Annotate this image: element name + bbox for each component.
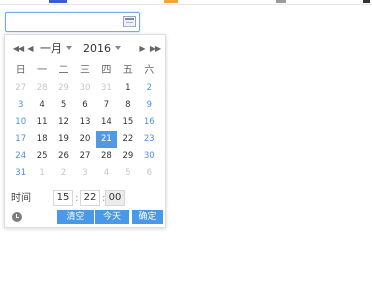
weekday-label: 四 <box>101 65 112 76</box>
day-cell[interactable]: 4 <box>31 97 52 114</box>
year-label: 2016 <box>83 42 111 55</box>
month-label: 一月 <box>40 42 62 55</box>
day-cell[interactable]: 30 <box>139 148 160 165</box>
calendar-navigation: ◀◀ ◀ 一月 2016 ▶ ▶▶ <box>5 39 165 59</box>
day-cell[interactable]: 29 <box>53 80 74 97</box>
weekday-label: 六 <box>144 65 155 76</box>
day-cell[interactable]: 24 <box>10 148 31 165</box>
day-cell[interactable]: 27 <box>74 148 95 165</box>
day-cell[interactable]: 26 <box>53 148 74 165</box>
browser-tab-marker-blue <box>49 0 67 3</box>
calendar-icon[interactable] <box>123 16 136 27</box>
day-cell[interactable]: 16 <box>139 114 160 131</box>
day-cell[interactable]: 30 <box>74 80 95 97</box>
day-cell[interactable]: 4 <box>96 165 117 182</box>
year-select[interactable]: 2016 <box>83 42 121 56</box>
day-cell[interactable]: 3 <box>74 165 95 182</box>
time-separator: : <box>75 193 79 204</box>
date-input-field[interactable] <box>5 12 140 32</box>
month-select[interactable]: 一月 <box>40 42 72 56</box>
weekday-label: 一 <box>37 65 48 76</box>
next-year-button[interactable]: ▶▶ <box>148 43 162 55</box>
clear-button[interactable]: 清空 <box>57 210 94 224</box>
minute-field[interactable]: 22 <box>80 190 100 206</box>
previous-month-button[interactable]: ◀ <box>25 43 35 55</box>
day-cell[interactable]: 15 <box>117 114 138 131</box>
weekday-label: 二 <box>58 65 69 76</box>
day-cell[interactable]: 22 <box>117 131 138 148</box>
day-cell[interactable]: 9 <box>139 97 160 114</box>
browser-tab-marker-orange <box>164 0 178 3</box>
day-cell[interactable]: 1 <box>31 165 52 182</box>
today-button[interactable]: 今天 <box>95 210 129 224</box>
day-cell[interactable]: 20 <box>74 131 95 148</box>
day-cell[interactable]: 29 <box>117 148 138 165</box>
day-cell[interactable]: 8 <box>117 97 138 114</box>
chevron-down-icon <box>66 46 72 50</box>
next-month-button[interactable]: ▶ <box>137 43 147 55</box>
time-label: 时间 <box>11 193 31 204</box>
day-cell[interactable]: 3 <box>10 97 31 114</box>
clock-icon[interactable] <box>12 212 22 222</box>
day-cell[interactable]: 7 <box>96 97 117 114</box>
day-cell[interactable]: 31 <box>96 80 117 97</box>
day-cell[interactable]: 23 <box>139 131 160 148</box>
day-cell[interactable]: 1 <box>117 80 138 97</box>
day-cell[interactable]: 17 <box>10 131 31 148</box>
day-cell[interactable]: 6 <box>74 97 95 114</box>
calendar-footer: 清空 今天 确定 <box>10 210 163 224</box>
weekday-header: 日一二三四五六 <box>10 63 160 79</box>
day-cell[interactable]: 18 <box>31 131 52 148</box>
browser-tab-marker-gray <box>276 0 286 3</box>
browser-top-strip <box>0 0 372 5</box>
selected-day-cell[interactable]: 21 <box>95 131 118 148</box>
day-cell[interactable]: 6 <box>139 165 160 182</box>
day-cell[interactable]: 19 <box>53 131 74 148</box>
day-cell[interactable]: 28 <box>96 148 117 165</box>
confirm-button[interactable]: 确定 <box>132 210 163 224</box>
hour-field[interactable]: 15 <box>53 190 73 206</box>
previous-year-button[interactable]: ◀◀ <box>11 43 25 55</box>
day-cell[interactable]: 28 <box>31 80 52 97</box>
day-cell[interactable]: 10 <box>10 114 31 131</box>
day-cell[interactable]: 12 <box>53 114 74 131</box>
chevron-down-icon <box>115 46 121 50</box>
day-cell[interactable]: 2 <box>53 165 74 182</box>
second-field[interactable]: 00 <box>105 190 125 206</box>
day-cell[interactable]: 5 <box>117 165 138 182</box>
calendar-day-grid: 27 28 29 30 31 1 2 3 4 5 6 7 8 9 10 11 12 13 14 15 16 17 18 19 2… <box>10 80 160 182</box>
time-picker-row: 时间 15 : 22 : 00 <box>10 190 160 207</box>
day-cell[interactable]: 13 <box>74 114 95 131</box>
day-cell[interactable]: 31 <box>10 165 31 182</box>
browser-tab-marker-dark <box>363 0 370 3</box>
weekday-label: 日 <box>15 65 26 76</box>
day-cell[interactable]: 25 <box>31 148 52 165</box>
weekday-label: 五 <box>122 65 133 76</box>
weekday-label: 三 <box>79 65 90 76</box>
day-cell[interactable]: 5 <box>53 97 74 114</box>
day-cell[interactable]: 14 <box>96 114 117 131</box>
day-cell[interactable]: 27 <box>10 80 31 97</box>
calendar-popup: ◀◀ ◀ 一月 2016 ▶ ▶▶ 日一二三四五六 27 28 29 30 31 1 2 3 4… <box>4 34 166 228</box>
day-cell[interactable]: 11 <box>31 114 52 131</box>
day-cell[interactable]: 2 <box>139 80 160 97</box>
